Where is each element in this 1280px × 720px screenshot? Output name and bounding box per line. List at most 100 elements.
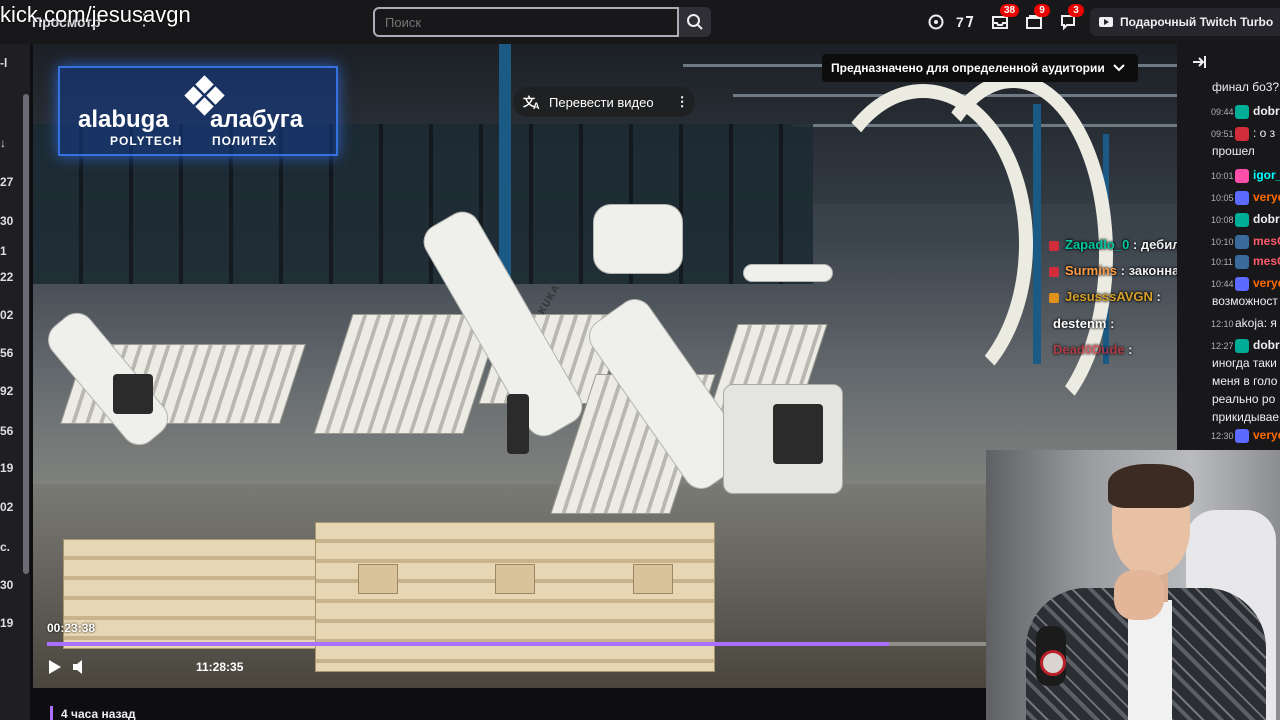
overlay-chat-name: Dead0Dude bbox=[1053, 342, 1125, 357]
chat-message: 10:01 igor_ bbox=[1177, 168, 1280, 186]
chat-text: прикидывае bbox=[1212, 410, 1280, 424]
audience-dropdown[interactable]: Предназначено для определенной аудитории bbox=[822, 54, 1138, 82]
turbo-icon bbox=[1099, 17, 1113, 27]
chat-text: возможност bbox=[1212, 294, 1278, 308]
chat-message: 10:08 dobr bbox=[1177, 212, 1280, 230]
translate-video-button[interactable]: 文A Перевести видео ⋮ bbox=[513, 87, 695, 117]
sidebar-item[interactable]: 56 bbox=[0, 346, 13, 360]
chat-timestamp: 10:44 bbox=[1211, 279, 1234, 289]
pallet-block bbox=[358, 564, 398, 594]
search-button[interactable] bbox=[679, 7, 711, 37]
sidebar-scrollbar[interactable] bbox=[23, 94, 29, 574]
overlay-chat-name: JesusssAVGN bbox=[1065, 289, 1153, 304]
pallet-block bbox=[495, 564, 535, 594]
overlay-chat-line: destenm : bbox=[1053, 316, 1114, 331]
sidebar-item[interactable]: 30 bbox=[0, 578, 13, 592]
svg-text:A: A bbox=[533, 101, 540, 110]
chat-timestamp: 10:01 bbox=[1211, 171, 1234, 181]
collapse-chat-button[interactable] bbox=[1191, 54, 1207, 70]
chat-message: 12:30 verydru bbox=[1177, 428, 1280, 446]
play-icon bbox=[49, 660, 61, 674]
overlay-chat-text: : bbox=[1106, 316, 1115, 331]
chat-badge-icon bbox=[1235, 429, 1249, 443]
chat-message: прикидывае bbox=[1177, 410, 1280, 428]
search-icon bbox=[687, 14, 703, 30]
volume-button[interactable] bbox=[71, 658, 89, 676]
chat-username[interactable]: mesOri: bbox=[1253, 254, 1280, 268]
chat-badge-icon bbox=[1235, 213, 1249, 227]
sidebar-item[interactable]: 19 bbox=[0, 461, 13, 475]
chat-username[interactable]: verydru bbox=[1253, 276, 1280, 290]
chat-text: akoja: я по bbox=[1235, 316, 1280, 330]
chat-text: прошел bbox=[1212, 144, 1255, 158]
inbox-badge: 38 bbox=[1000, 4, 1020, 17]
chat-badge-icon bbox=[1235, 127, 1249, 141]
sidebar-item[interactable]: 02 bbox=[0, 308, 13, 322]
audience-label: Предназначено для определенной аудитории bbox=[831, 61, 1105, 75]
robot-arm bbox=[743, 264, 833, 282]
sidebar-item[interactable]: 02 bbox=[0, 500, 13, 514]
crown-icon[interactable] bbox=[926, 12, 946, 32]
overlay-chat-line: Surmins : законная цель bbox=[1049, 263, 1177, 278]
chat-message: 10:11 mesOri: bbox=[1177, 254, 1280, 272]
sidebar-item[interactable]: 27 bbox=[0, 175, 13, 189]
chat-badge-icon bbox=[1235, 169, 1249, 183]
chat-username[interactable]: dobr bbox=[1253, 212, 1280, 226]
chat-username[interactable]: verydru bbox=[1253, 190, 1280, 204]
sidebar-item[interactable]: 30 bbox=[0, 214, 13, 228]
chat-username[interactable]: igor_ bbox=[1253, 168, 1280, 182]
notifications-icon[interactable]: 3 bbox=[1058, 4, 1084, 32]
chat-badge-icon bbox=[1235, 235, 1249, 249]
volume-icon bbox=[73, 660, 82, 674]
robot-motor bbox=[773, 404, 823, 464]
sidebar-item[interactable]: 56 bbox=[0, 424, 13, 438]
play-button[interactable] bbox=[47, 658, 63, 676]
overlay-chat-text: : законная цель bbox=[1120, 263, 1177, 278]
alabuga-logo: alabuga POLYTECH алабуга ПОЛИТЕХ bbox=[58, 66, 338, 156]
more-options-icon[interactable]: ⋮ bbox=[676, 94, 689, 110]
pallet-block bbox=[633, 564, 673, 594]
chat-panel: финал бо3? 09:44 dobr 09:51: о з прошел 10:01… bbox=[1177, 44, 1280, 450]
search-input[interactable] bbox=[373, 7, 679, 37]
chat-username[interactable]: verydru bbox=[1253, 428, 1280, 442]
chat-badge-icon bbox=[1235, 339, 1249, 353]
chat-message: 10:05 verydru bbox=[1177, 190, 1280, 208]
chat-badge-icon bbox=[1049, 266, 1059, 277]
sidebar-item[interactable]: -l bbox=[0, 56, 7, 70]
prime-icon[interactable]: 7 bbox=[956, 12, 976, 32]
chat-message: 10:10 mesOri: bbox=[1177, 234, 1280, 252]
sidebar-item[interactable]: ↓ bbox=[0, 136, 6, 150]
page-root: Просмотр ⋮ 7 38 9 3 Подарочный Twitch Tu… bbox=[0, 0, 1280, 720]
chat-message: 09:51: о з bbox=[1177, 126, 1280, 144]
inbox-icon[interactable]: 38 bbox=[990, 4, 1020, 32]
chat-text: иногда таки bbox=[1212, 356, 1277, 370]
chat-timestamp: 10:11 bbox=[1211, 257, 1233, 267]
chat-username[interactable]: dobr bbox=[1253, 338, 1280, 352]
logo-cyrillic-name: алабуга bbox=[210, 106, 304, 133]
chat-badge-icon bbox=[1235, 255, 1249, 269]
chat-timestamp: 12:27 bbox=[1211, 341, 1234, 351]
chat-timestamp: 10:05 bbox=[1211, 193, 1234, 203]
chat-text: меня в голо bbox=[1212, 374, 1278, 388]
translate-icon: 文A bbox=[523, 94, 540, 110]
chat-message: 12:27 dobr bbox=[1177, 338, 1280, 356]
chat-message: 09:44 dobr bbox=[1177, 104, 1280, 122]
overlay-chat-name: Zapadlo_0 bbox=[1065, 237, 1130, 252]
gift-turbo-button[interactable]: Подарочный Twitch Turbo bbox=[1090, 8, 1280, 36]
svg-text:7: 7 bbox=[956, 14, 964, 30]
chat-message: иногда таки bbox=[1177, 356, 1280, 374]
sidebar-item[interactable]: 1 bbox=[0, 244, 7, 258]
chevron-down-icon bbox=[1113, 64, 1125, 72]
sidebar-item[interactable]: 22 bbox=[0, 270, 13, 284]
chat-username[interactable]: dobr bbox=[1253, 104, 1280, 118]
chat-message: прошел bbox=[1177, 144, 1280, 162]
overlay-chat-text: : bbox=[1152, 289, 1161, 304]
chat-username[interactable]: mesOri: bbox=[1253, 234, 1280, 248]
sidebar-item[interactable]: 92 bbox=[0, 384, 13, 398]
overhead-duct bbox=[913, 74, 1113, 434]
overlay-chat-line: JesusssAVGN : bbox=[1049, 289, 1161, 304]
sidebar-item[interactable]: с. bbox=[0, 540, 10, 554]
overlay-chat-name: Surmins bbox=[1065, 263, 1118, 278]
sidebar-item[interactable]: 19 bbox=[0, 616, 13, 630]
gift-icon[interactable]: 9 bbox=[1024, 4, 1050, 32]
